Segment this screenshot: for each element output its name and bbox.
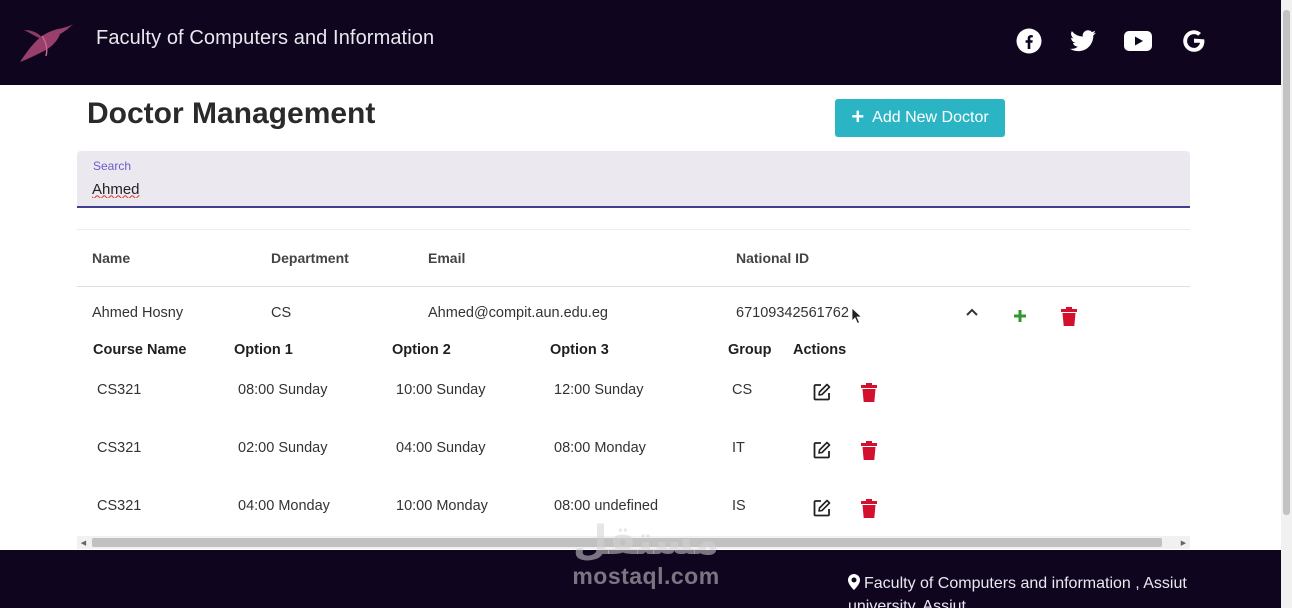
table-divider — [77, 229, 1190, 230]
footer: Faculty of Computers and information , A… — [0, 550, 1281, 608]
edit-icon[interactable] — [811, 439, 833, 461]
sub-header-course-name: Course Name — [93, 342, 187, 358]
search-field[interactable]: Search — [77, 151, 1190, 208]
course-option-1: 02:00 Sunday — [238, 440, 328, 456]
delete-course-icon[interactable] — [858, 381, 880, 403]
youtube-icon[interactable] — [1124, 27, 1152, 55]
scroll-left-arrow-icon[interactable]: ◀ — [77, 536, 90, 549]
table-scrollbar-thumb[interactable] — [92, 538, 1162, 547]
plus-icon: + — [851, 103, 865, 129]
edit-icon[interactable] — [811, 381, 833, 403]
location-pin-icon — [848, 574, 860, 590]
header-divider — [77, 286, 1190, 287]
add-new-doctor-label: Add New Doctor — [872, 109, 989, 126]
doctor-email: Ahmed@compit.aun.edu.eg — [428, 305, 608, 321]
edit-icon[interactable] — [811, 497, 833, 519]
course-name: CS321 — [97, 498, 142, 514]
twitter-icon[interactable] — [1069, 27, 1097, 55]
course-option-1: 04:00 Monday — [238, 498, 330, 514]
add-course-icon[interactable] — [1010, 306, 1030, 326]
course-option-1: 08:00 Sunday — [238, 382, 328, 398]
mouse-cursor-icon — [851, 307, 863, 325]
column-header-name[interactable]: Name — [92, 250, 130, 266]
column-header-department[interactable]: Department — [271, 250, 349, 266]
course-option-2: 10:00 Sunday — [396, 382, 486, 398]
hummingbird-logo-icon — [20, 24, 73, 62]
facebook-icon[interactable] — [1015, 27, 1043, 55]
course-group: CS — [732, 382, 753, 398]
page-scrollbar-thumb[interactable] — [1283, 10, 1290, 515]
course-group: IS — [732, 498, 746, 514]
sub-header-option-2: Option 2 — [392, 342, 451, 358]
add-new-doctor-button[interactable]: + Add New Doctor — [835, 99, 1005, 137]
site-title[interactable]: Faculty of Computers and Information — [96, 27, 434, 50]
course-name: CS321 — [97, 440, 142, 456]
course-option-3: 08:00 Monday — [554, 440, 646, 456]
course-option-2: 04:00 Sunday — [396, 440, 486, 456]
doctor-name: Ahmed Hosny — [92, 305, 184, 321]
scroll-right-arrow-icon[interactable]: ▶ — [1177, 536, 1190, 549]
delete-course-icon[interactable] — [858, 439, 880, 461]
search-input[interactable] — [92, 178, 1172, 200]
sub-header-option-3: Option 3 — [550, 342, 609, 358]
course-option-3: 12:00 Sunday — [554, 382, 644, 398]
chevron-up-icon[interactable] — [962, 302, 982, 322]
course-group: IT — [732, 440, 745, 456]
footer-address-text: Faculty of Computers and information , A… — [848, 575, 1187, 608]
sub-header-group: Group — [728, 342, 772, 358]
column-header-national-id[interactable]: National ID — [736, 250, 809, 266]
search-label: Search — [93, 159, 132, 173]
top-header: Faculty of Computers and Information — [0, 0, 1281, 85]
delete-course-icon[interactable] — [858, 497, 880, 519]
page-title: Doctor Management — [87, 97, 376, 130]
sub-header-actions: Actions — [793, 342, 847, 358]
sub-header-option-1: Option 1 — [234, 342, 293, 358]
course-name: CS321 — [97, 382, 142, 398]
course-option-2: 10:00 Monday — [396, 498, 488, 514]
doctor-department: CS — [271, 305, 292, 321]
google-icon[interactable] — [1180, 27, 1208, 55]
course-option-3: 08:00 undefined — [554, 498, 659, 514]
footer-address: Faculty of Computers and information , A… — [848, 572, 1198, 608]
doctor-national-id: 67109342561762 — [736, 305, 849, 321]
column-header-email[interactable]: Email — [428, 250, 465, 266]
delete-doctor-icon[interactable] — [1059, 305, 1079, 327]
